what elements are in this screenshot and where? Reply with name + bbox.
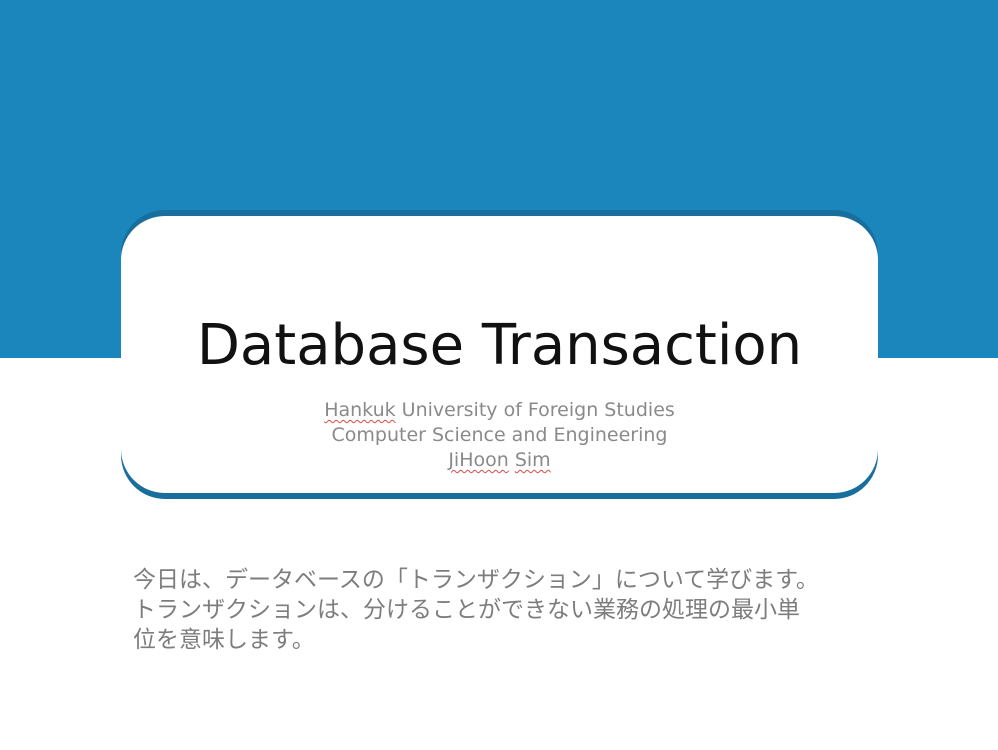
body-line: 今日は、データベースの「トランザクション」について学びます。 bbox=[133, 567, 819, 593]
slide-title: Database Transaction bbox=[196, 313, 803, 378]
spellcheck-word: Sim bbox=[514, 449, 551, 471]
subtitle-university-rest: University of Foreign Studies bbox=[395, 399, 675, 421]
subtitle-university: Hankuk University of Foreign Studies bbox=[121, 398, 878, 423]
presentation-slide: Database Transaction Hankuk University o… bbox=[0, 0, 998, 750]
spellcheck-word: Hankuk bbox=[324, 399, 396, 421]
title-card: Database Transaction Hankuk University o… bbox=[121, 216, 878, 493]
subtitle-author: JiHoon Sim bbox=[121, 448, 878, 473]
spellcheck-word: JiHoon bbox=[448, 449, 509, 471]
body-line: トランザクションは、分けることができない業務の処理の最小単 bbox=[133, 597, 800, 623]
slide-subtitle: Hankuk University of Foreign Studies Com… bbox=[121, 398, 878, 473]
slide-body-text: 今日は、データベースの「トランザクション」について学びます。 トランザクションは… bbox=[133, 565, 873, 655]
body-line: 位を意味します。 bbox=[133, 627, 315, 653]
subtitle-department: Computer Science and Engineering bbox=[331, 424, 668, 446]
